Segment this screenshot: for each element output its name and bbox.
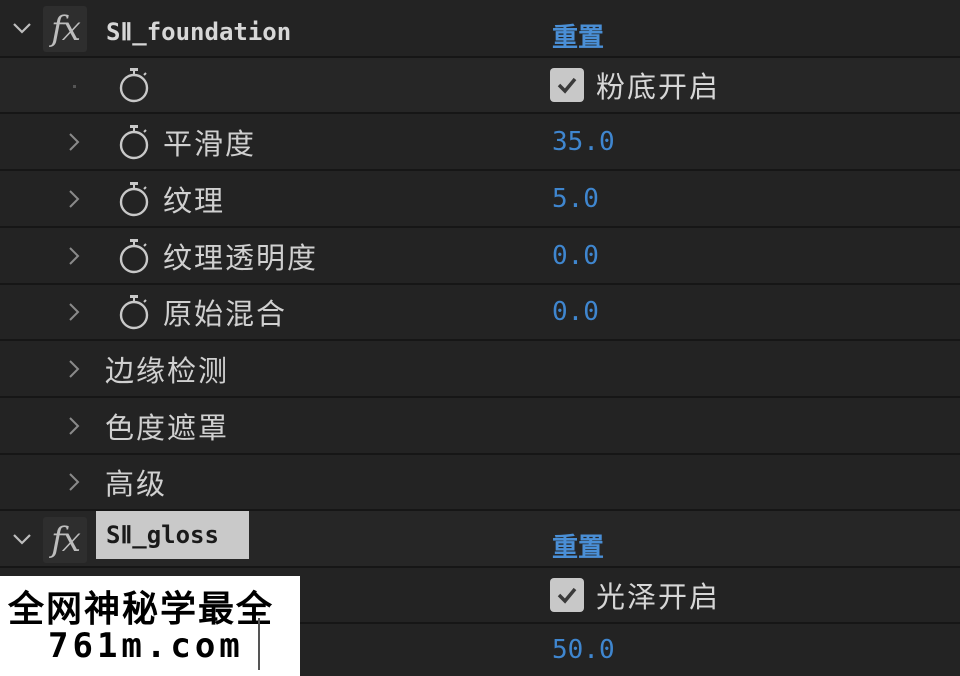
param-row: 原始混合 0.0 [0,285,960,341]
fx-icon: fx [43,6,87,52]
stopwatch-icon[interactable] [117,237,151,275]
group-label: 边缘检测 [105,353,230,388]
fx-icon: fx [43,517,87,563]
group-label: 色度遮罩 [105,410,230,445]
effect-header-foundation[interactable]: fx SⅡ_foundation 重置 [0,0,960,58]
stopwatch-icon[interactable] [117,180,151,218]
checkbox-label: 光泽开启 [596,580,721,614]
indent-dot [73,85,76,88]
chevron-right-icon[interactable] [62,130,86,154]
check-icon [557,587,577,604]
group-row-edge-detect[interactable]: 边缘检测 [0,341,960,398]
chevron-down-icon[interactable] [10,527,34,551]
chevron-right-icon[interactable] [62,244,86,268]
chevron-right-icon[interactable] [62,357,86,381]
checkbox-label: 粉底开启 [596,70,721,104]
param-value[interactable]: 35.0 [552,127,615,157]
chevron-right-icon[interactable] [62,470,86,494]
param-row: 平滑度 35.0 [0,114,960,171]
watermark-divider [258,618,260,670]
checkbox[interactable] [550,578,584,612]
param-row: 纹理 5.0 [0,171,960,228]
param-label: 纹理透明度 [163,240,319,275]
chevron-right-icon[interactable] [62,300,86,324]
check-icon [557,77,577,94]
watermark: 全网神秘学最全 761m.com [0,576,300,676]
chevron-right-icon[interactable] [62,187,86,211]
group-row-chroma-mask[interactable]: 色度遮罩 [0,398,960,455]
chevron-down-icon[interactable] [10,16,34,40]
param-row: 纹理透明度 0.0 [0,228,960,285]
param-value[interactable]: 0.0 [552,241,599,271]
param-label: 平滑度 [163,126,257,161]
effect-name[interactable]: SⅡ_foundation [106,18,291,46]
param-value[interactable]: 0.0 [552,297,599,327]
param-label: 原始混合 [163,297,288,331]
checkbox[interactable] [550,68,584,102]
group-row-advanced[interactable]: 高级 [0,455,960,511]
stopwatch-icon[interactable] [117,293,151,331]
param-label: 纹理 [163,183,226,218]
group-label: 高级 [105,467,168,501]
param-value[interactable]: 5.0 [552,184,599,214]
stopwatch-icon[interactable] [117,123,151,161]
watermark-text: 全网神秘学最全 [8,589,275,630]
effect-name[interactable]: SⅡ_gloss [96,511,249,559]
reset-button[interactable]: 重置 [552,527,604,564]
param-value[interactable]: 50.0 [552,635,615,665]
param-row-checkbox: 粉底开启 [0,58,960,114]
watermark-url: 761m.com [48,626,244,666]
reset-button[interactable]: 重置 [552,17,604,54]
chevron-right-icon[interactable] [62,414,86,438]
effect-header-gloss[interactable]: fx SⅡ_gloss 重置 [0,511,960,568]
stopwatch-icon[interactable] [117,66,151,104]
